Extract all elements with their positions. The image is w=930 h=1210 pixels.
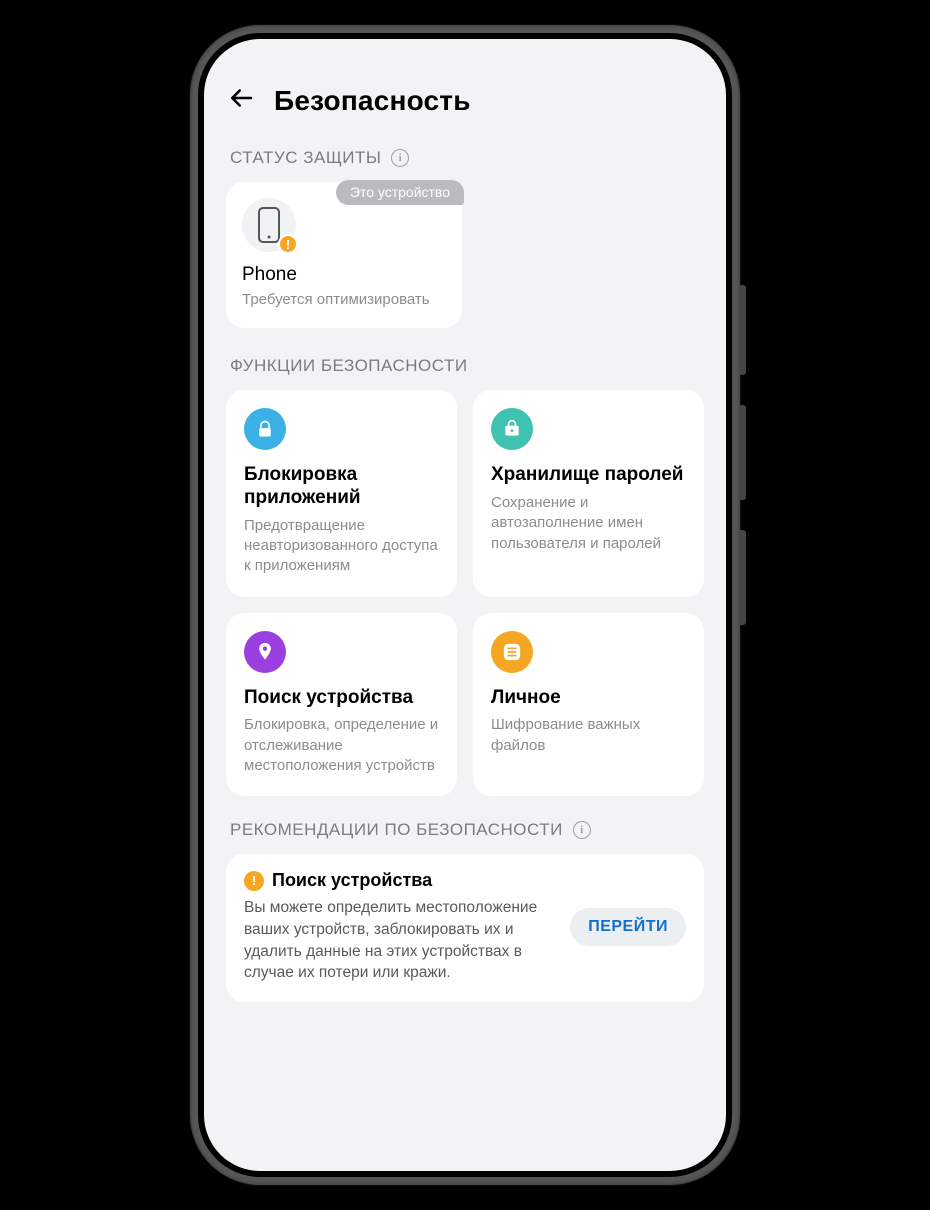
phone-frame: Безопасность СТАТУС ЗАЩИТЫ i Это устройс… xyxy=(190,25,740,1185)
back-icon[interactable] xyxy=(226,83,256,118)
this-device-badge: Это устройство xyxy=(336,180,464,205)
device-name: Phone xyxy=(242,264,446,286)
device-status-card[interactable]: Это устройство ! Phone Требуется оптимиз… xyxy=(226,182,462,328)
features-section-label: ФУНКЦИИ БЕЗОПАСНОСТИ xyxy=(230,356,468,376)
feature-title: Хранилище паролей xyxy=(491,464,686,487)
go-button[interactable]: ПЕРЕЙТИ xyxy=(570,908,686,946)
recs-section-header: РЕКОМЕНДАЦИИ ПО БЕЗОПАСНОСТИ i xyxy=(230,820,700,840)
feature-desc: Сохранение и автозаполнение имен пользов… xyxy=(491,493,686,554)
hw-volume-up xyxy=(740,405,746,500)
features-section-header: ФУНКЦИИ БЕЗОПАСНОСТИ xyxy=(230,356,700,376)
warning-badge-icon: ! xyxy=(278,234,298,254)
lock-icon xyxy=(244,408,286,450)
app-header: Безопасность xyxy=(204,39,726,136)
feature-desc: Шифрование важных файлов xyxy=(491,715,686,756)
feature-title: Блокировка приложений xyxy=(244,464,439,510)
phone-icon: ! xyxy=(242,198,296,252)
status-section-label: СТАТУС ЗАЩИТЫ xyxy=(230,148,381,168)
recommendation-card: ! Поиск устройства Вы можете определить … xyxy=(226,854,704,1002)
feature-desc: Предотвращение неавторизованного доступа… xyxy=(244,516,439,577)
feature-title: Поиск устройства xyxy=(244,687,439,710)
info-icon[interactable]: i xyxy=(391,149,409,167)
feature-title: Личное xyxy=(491,687,686,710)
drive-icon xyxy=(491,631,533,673)
hw-power-button xyxy=(740,285,746,375)
feature-app-lock[interactable]: Блокировка приложений Предотвращение неа… xyxy=(226,390,457,596)
warning-icon: ! xyxy=(244,871,264,891)
bag-lock-icon xyxy=(491,408,533,450)
info-icon[interactable]: i xyxy=(573,821,591,839)
feature-password-vault[interactable]: Хранилище паролей Сохранение и автозапол… xyxy=(473,390,704,596)
recommendation-desc: Вы можете определить местоположение ваши… xyxy=(244,897,558,984)
hw-volume-down xyxy=(740,530,746,625)
features-grid: Блокировка приложений Предотвращение неа… xyxy=(226,390,704,796)
feature-find-device[interactable]: Поиск устройства Блокировка, определение… xyxy=(226,613,457,797)
feature-desc: Блокировка, определение и отслеживание м… xyxy=(244,715,439,776)
feature-personal[interactable]: Личное Шифрование важных файлов xyxy=(473,613,704,797)
status-section-header: СТАТУС ЗАЩИТЫ i xyxy=(230,148,700,168)
screen: Безопасность СТАТУС ЗАЩИТЫ i Это устройс… xyxy=(204,39,726,1171)
recs-section-label: РЕКОМЕНДАЦИИ ПО БЕЗОПАСНОСТИ xyxy=(230,820,563,840)
recommendation-title: Поиск устройства xyxy=(272,870,432,891)
page-title: Безопасность xyxy=(274,85,471,117)
pin-icon xyxy=(244,631,286,673)
device-status-text: Требуется оптимизировать xyxy=(242,290,446,310)
